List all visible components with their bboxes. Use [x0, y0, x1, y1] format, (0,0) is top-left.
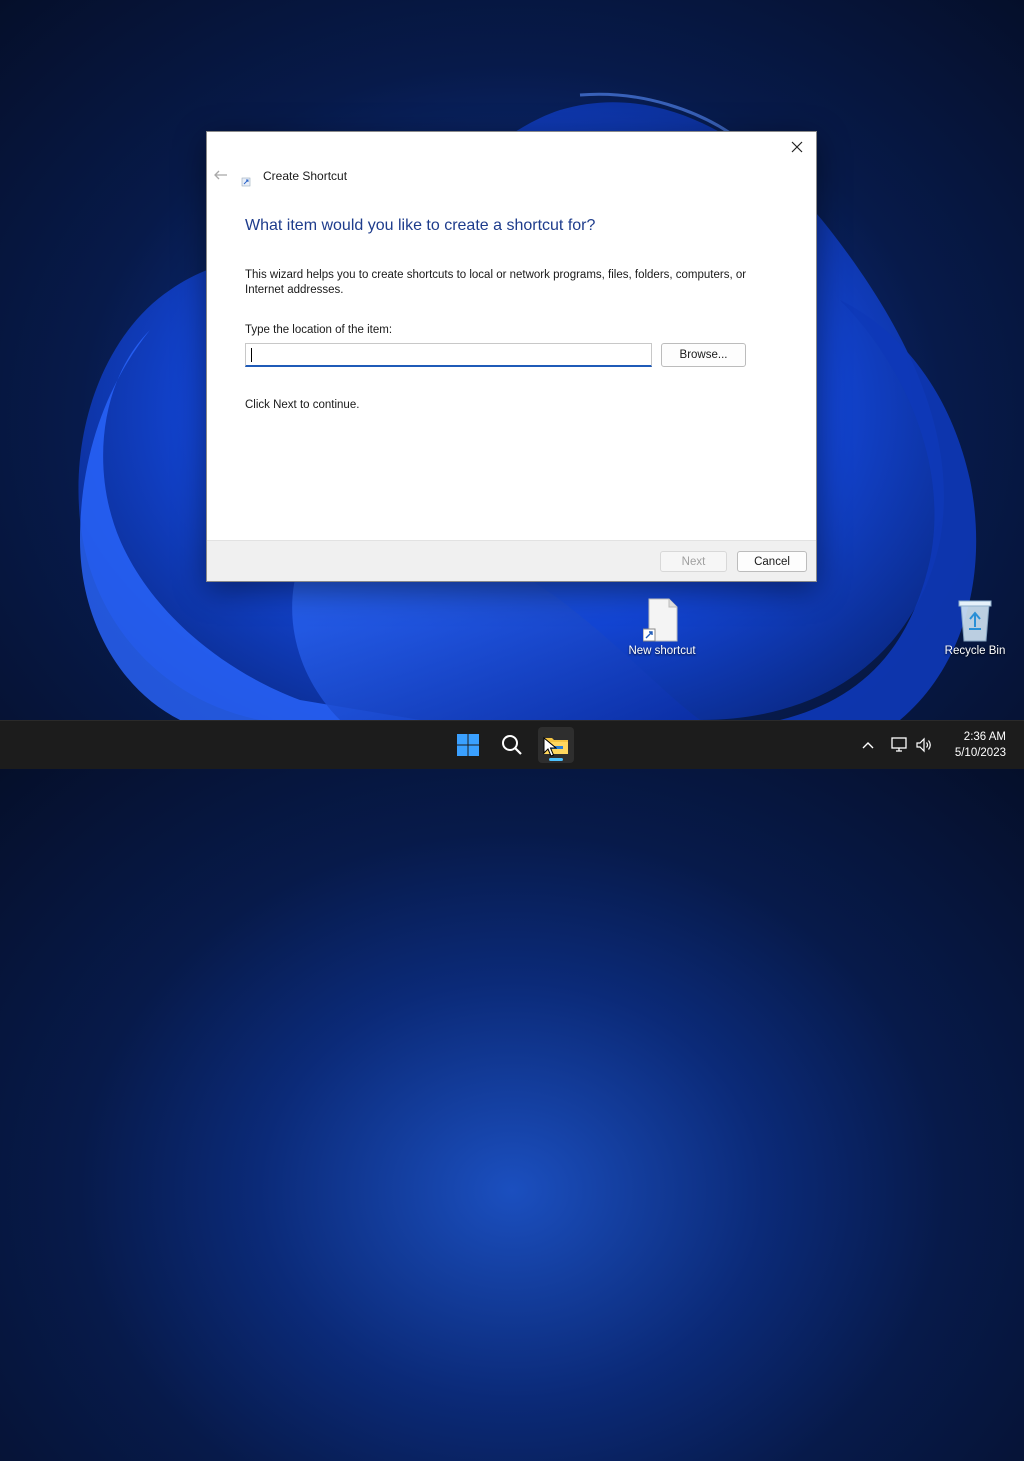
close-icon: [791, 141, 803, 153]
clock-date: 5/10/2023: [954, 747, 1006, 759]
volume-icon: [916, 737, 931, 753]
continue-hint: Click Next to continue.: [245, 399, 360, 411]
shortcut-wizard-icon: [241, 174, 251, 187]
desktop-icon-new-shortcut[interactable]: New shortcut: [622, 597, 702, 657]
next-button[interactable]: Next: [660, 551, 727, 572]
cancel-button[interactable]: Cancel: [737, 551, 807, 572]
desktop-icon-label: New shortcut: [628, 645, 696, 657]
location-input[interactable]: [245, 343, 652, 367]
start-button[interactable]: [450, 727, 486, 763]
recycle-bin-icon: [958, 600, 992, 642]
taskbar-clock[interactable]: 2:36 AM 5/10/2023: [955, 729, 1006, 761]
back-arrow-icon: [214, 170, 227, 180]
search-icon: [502, 735, 522, 755]
location-label: Type the location of the item:: [245, 324, 393, 336]
dialog-title: Create Shortcut: [263, 169, 348, 183]
search-button[interactable]: [494, 727, 530, 763]
active-indicator: [549, 758, 563, 761]
desktop-icon-label: Recycle Bin: [944, 645, 1006, 657]
text-caret: [251, 348, 252, 362]
mouse-cursor-icon: [543, 737, 557, 757]
windows-start-icon: [457, 734, 479, 756]
taskbar: 2:36 AM 5/10/2023: [0, 720, 1024, 769]
chevron-up-icon: [862, 742, 874, 749]
desktop-icon-recycle-bin[interactable]: Recycle Bin: [935, 597, 1015, 657]
back-button[interactable]: [213, 168, 231, 184]
volume-button[interactable]: [914, 735, 934, 755]
create-shortcut-dialog: Create Shortcut What item would you like…: [206, 131, 817, 582]
wizard-heading: What item would you like to create a sho…: [245, 217, 596, 234]
show-hidden-icons-button[interactable]: [858, 735, 878, 755]
network-button[interactable]: [890, 735, 910, 755]
close-button[interactable]: [782, 134, 812, 160]
network-icon: [891, 737, 907, 752]
shortcut-file-icon: [643, 598, 678, 642]
clock-time: 2:36 AM: [963, 731, 1006, 743]
dialog-footer: Next Cancel: [207, 540, 816, 581]
browse-button[interactable]: Browse...: [661, 343, 746, 367]
wizard-description: This wizard helps you to create shortcut…: [245, 269, 747, 296]
